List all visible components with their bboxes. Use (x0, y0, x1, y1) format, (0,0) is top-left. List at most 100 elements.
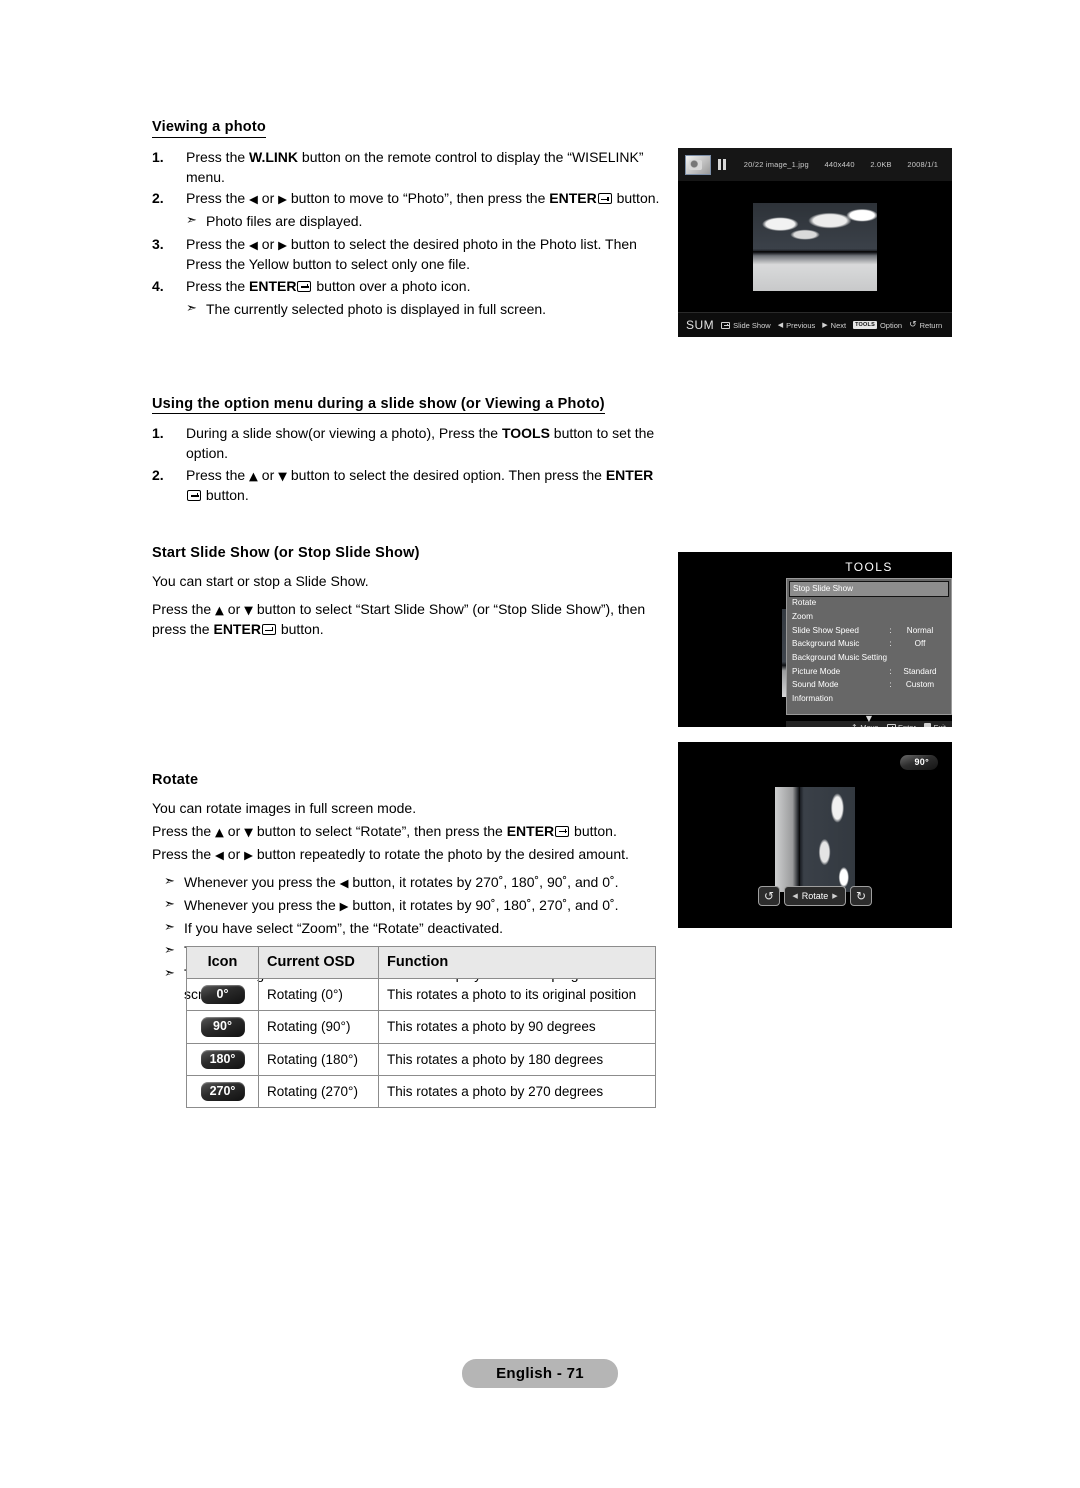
step-number: 1. (152, 425, 164, 442)
emphasized-text: ENTER (605, 467, 654, 484)
cell-function: This rotates a photo to its original pos… (378, 977, 656, 1012)
body-text: Press the (186, 236, 250, 253)
rotation-angle-badge: 90° (900, 755, 938, 770)
slideshow-para-2: Press the ▲ or ▼ button to select “Start… (152, 600, 664, 640)
emphasized-text: ENTER (549, 190, 597, 207)
body-text: Press the (152, 822, 216, 839)
direction-arrow-icon: ▶ (339, 899, 349, 914)
rotate-control-bar: ↺ ◀ Rotate ▶ ↻ (758, 886, 872, 906)
tools-menu-item[interactable]: Background Music: Off (787, 638, 951, 652)
left-arrow-icon: ◀ (777, 321, 784, 329)
subheading-rotate: Rotate (152, 772, 199, 789)
photo-stage (678, 181, 952, 312)
tools-menu-item[interactable]: Information (787, 692, 951, 706)
tools-menu-title: TOOLS (845, 560, 893, 574)
table-row: 180° Rotating (180°) This rotates a photo … (186, 1042, 656, 1076)
tools-menu-item[interactable]: Zoom (787, 610, 951, 624)
exit-door-icon (923, 722, 931, 727)
menu-item-separator: : (889, 639, 892, 649)
menu-item-label: Rotate (792, 598, 817, 608)
direction-arrow-icon: ▼ (244, 824, 253, 839)
body-text: button. (612, 190, 660, 207)
body-text: or (257, 190, 279, 207)
body-text: Press the (186, 467, 250, 484)
hint-option[interactable]: TOOLS Option (853, 321, 902, 330)
cell-icon: 270° (186, 1074, 259, 1109)
subheading-start-slide-show: Start Slide Show (or Stop Slide Show) (152, 544, 420, 561)
direction-arrow-icon: ▶ (278, 238, 287, 253)
direction-arrow-icon: ▶ (278, 192, 287, 207)
body-text: button to move to “Photo”, then press th… (286, 190, 550, 207)
enter-button-icon (187, 489, 201, 501)
emphasized-text: ENTER (213, 621, 261, 638)
hint-slide-show[interactable]: Slide Show (721, 321, 771, 330)
cell-function: This rotates a photo by 270 degrees (378, 1074, 656, 1109)
menu-item-label: Stop Slide Show (793, 583, 854, 593)
step-number: 4. (152, 277, 164, 294)
body-text: During a slide show(or viewing a photo),… (186, 425, 502, 442)
hint-return[interactable]: ↺ Return (909, 320, 942, 330)
screenshot-rotate-view: 90° ↺ ◀ Rotate ▶ ↻ (678, 742, 952, 928)
right-arrow-icon: ▶ (822, 321, 828, 329)
metadata-item: 2008/1/1 (907, 160, 939, 169)
tools-menu-item[interactable]: Picture Mode: Standard (787, 665, 951, 679)
steps-list-viewing-a-photo: 1. Press the W.LINK button on the remote … (152, 148, 664, 210)
note-arrow-icon: ➣ (186, 213, 197, 229)
tools-menu-item[interactable]: Stop Slide Show (789, 581, 949, 597)
rotate-clockwise-icon[interactable]: ↻ (850, 886, 872, 906)
body-text: button to select the desired option. The… (286, 467, 606, 484)
step-number: 2. (152, 190, 164, 207)
rotate-counterclockwise-icon[interactable]: ↺ (758, 886, 780, 906)
rotate-label-control[interactable]: ◀ Rotate ▶ (784, 886, 846, 906)
body-text: Press the (186, 277, 250, 294)
step-text: Press the W.LINK button on the remote co… (186, 148, 664, 188)
hint-move[interactable]: ↕ Move (851, 723, 879, 727)
tools-menu-item[interactable]: Slide Show Speed: Normal (787, 624, 951, 638)
menu-item-value: Custom (905, 680, 935, 690)
menu-item-label: Background Music (792, 639, 860, 649)
slideshow-para-1: You can start or stop a Slide Show. (152, 572, 369, 589)
step-text: Press the ▲ or ▼ button to select the de… (186, 466, 664, 506)
hint-next[interactable]: ▶ Next (822, 321, 846, 330)
direction-arrow-icon: ◀ (215, 847, 224, 862)
numbered-step: 2. Press the ◀ or ▶ button to move to “Ph… (152, 189, 664, 209)
tools-menu-item[interactable]: Rotate (787, 597, 951, 611)
page-number-badge: English - 71 (462, 1359, 618, 1388)
menu-item-value: Standard (903, 666, 937, 676)
menu-item-separator: : (889, 666, 892, 676)
numbered-step: 1. During a slide show(or viewing a photo… (152, 424, 664, 464)
tools-menu-item[interactable]: Sound Mode: Custom (787, 679, 951, 693)
direction-arrow-icon: ◀ (339, 876, 349, 891)
cell-function: This rotates a photo by 180 degrees (378, 1042, 656, 1076)
body-text: button to select “Rotate”, then press th… (252, 822, 507, 839)
table-row: 90° Rotating (90°) This rotates a photo by… (186, 1010, 656, 1044)
cell-current-osd: Rotating (90°) (258, 1010, 379, 1044)
menu-item-value: Normal (906, 625, 934, 635)
rotate-note: ➣ Whenever you press the ▶ button, it rot… (152, 896, 664, 916)
right-arrow-icon: ▶ (832, 892, 838, 900)
page-footer: English - 71 (0, 1359, 1080, 1388)
hint-previous[interactable]: ◀ Previous (778, 321, 816, 330)
enter-button-icon (297, 280, 312, 292)
direction-arrow-icon: ▼ (244, 603, 253, 618)
body-text: button, it rotates by 90˚, 180˚, 270˚, a… (348, 897, 619, 914)
body-text: Press the (152, 601, 216, 618)
body-text: button. (570, 822, 617, 839)
cell-current-osd: Rotating (270°) (258, 1074, 379, 1109)
menu-item-label: Zoom (792, 611, 813, 621)
tools-menu-item[interactable]: Background Music Setting (787, 651, 951, 665)
numbered-step: 1. Press the W.LINK button on the remote … (152, 148, 664, 188)
hint-exit[interactable]: Exit (923, 722, 946, 727)
step-text: Press the ENTER button over a photo icon… (186, 277, 664, 297)
body-text: or (223, 822, 245, 839)
emphasized-text: W.LINK (249, 148, 299, 165)
numbered-step: 3. Press the ◀ or ▶ button to select the … (152, 235, 664, 275)
photo-metadata: 20/22 image_1.jpg 440x440 2.0KB 2008/1/1 (726, 160, 952, 169)
step-text: Press the ◀ or ▶ button to move to “Phot… (186, 189, 664, 209)
body-text: button, it rotates by 270˚, 180˚, 90˚, a… (348, 874, 619, 891)
rotation-badge-icon: 90° (200, 1017, 245, 1037)
numbered-step: 4. Press the ENTER button over a photo ic… (152, 277, 664, 297)
note-text: Whenever you press the ▶ button, it rota… (184, 896, 664, 916)
hint-enter[interactable]: Enter (886, 723, 916, 727)
return-arrow-icon: ↺ (909, 320, 917, 330)
